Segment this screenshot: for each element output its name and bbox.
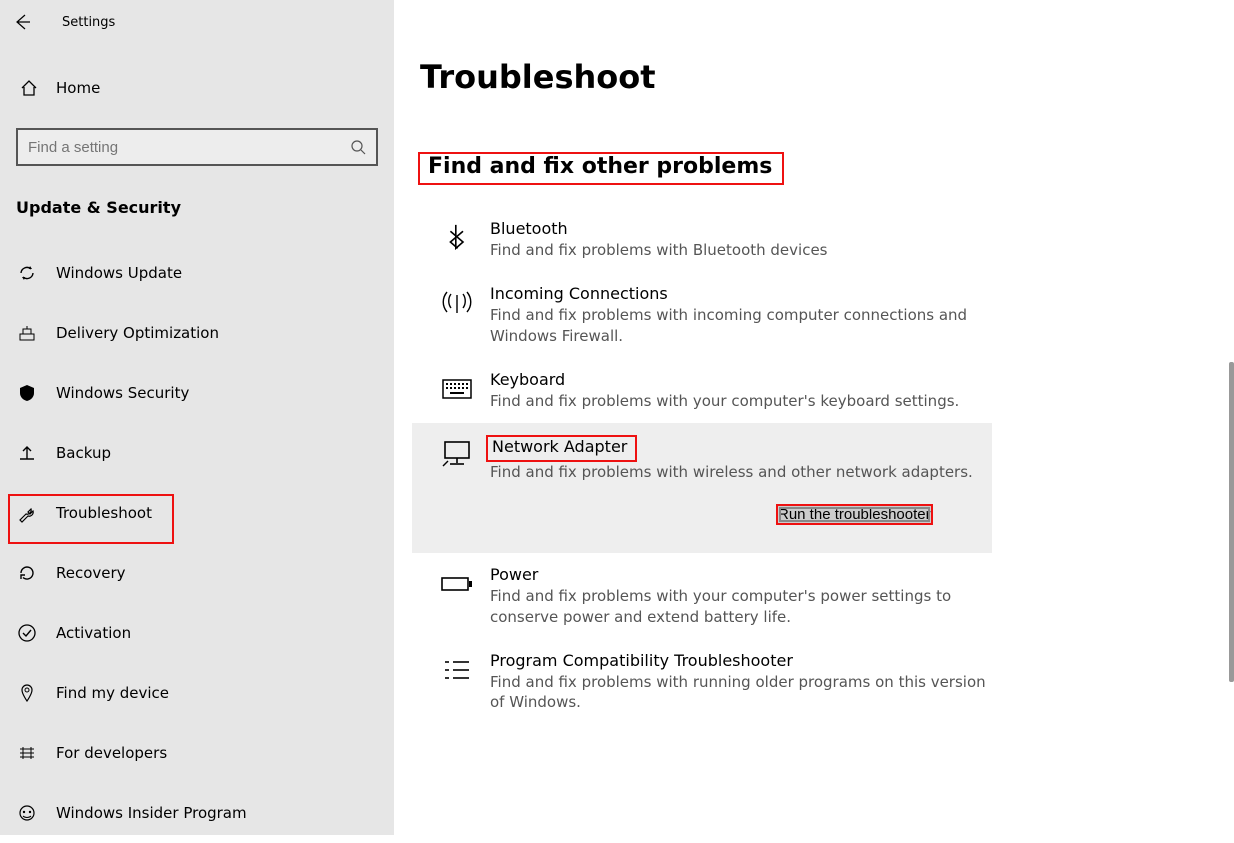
troubleshooter-power[interactable]: Power Find and fix problems with your co…	[412, 553, 992, 639]
troubleshooter-bluetooth[interactable]: Bluetooth Find and fix problems with Blu…	[412, 207, 992, 272]
nav-label: Delivery Optimization	[56, 324, 219, 342]
back-button[interactable]	[0, 0, 44, 44]
item-title: Network Adapter	[492, 437, 627, 456]
home-icon	[20, 79, 38, 97]
run-troubleshooter-button[interactable]: Run the troubleshooter	[776, 504, 933, 525]
backup-icon	[16, 442, 38, 464]
sync-icon	[16, 262, 38, 284]
nav-label: Activation	[56, 624, 131, 642]
annotation-box-network-adapter: Network Adapter	[486, 435, 637, 462]
location-icon	[16, 682, 38, 704]
sidebar: Settings Home Update & Security Windows …	[0, 0, 394, 835]
sidebar-item-activation[interactable]: Activation	[0, 603, 394, 663]
troubleshooter-list: Bluetooth Find and fix problems with Blu…	[394, 207, 1234, 724]
sidebar-item-backup[interactable]: Backup	[0, 423, 394, 483]
nav-label: Backup	[56, 444, 111, 462]
wrench-icon	[16, 502, 38, 524]
home-label: Home	[56, 79, 100, 97]
sidebar-item-windows-update[interactable]: Windows Update	[0, 243, 394, 303]
item-desc: Find and fix problems with incoming comp…	[490, 305, 990, 346]
sidebar-item-troubleshoot[interactable]: Troubleshoot	[0, 483, 394, 543]
nav-label: Recovery	[56, 564, 126, 582]
item-desc: Find and fix problems with your computer…	[490, 391, 959, 411]
nav-list: Windows Update Delivery Optimization Win…	[0, 243, 394, 843]
annotation-box-section-title: Find and fix other problems	[418, 152, 784, 185]
arrow-left-icon	[13, 13, 31, 31]
nav-label: Windows Insider Program	[56, 804, 247, 822]
section-title: Find and fix other problems	[428, 154, 772, 179]
check-circle-icon	[16, 622, 38, 644]
sidebar-item-find-my-device[interactable]: Find my device	[0, 663, 394, 723]
item-title: Power	[490, 565, 990, 584]
recovery-icon	[16, 562, 38, 584]
sidebar-item-delivery-optimization[interactable]: Delivery Optimization	[0, 303, 394, 363]
shield-icon	[16, 382, 38, 404]
battery-icon	[440, 567, 474, 601]
scrollbar-thumb[interactable]	[1229, 362, 1234, 682]
sidebar-item-windows-security[interactable]: Windows Security	[0, 363, 394, 423]
delivery-icon	[16, 322, 38, 344]
item-desc: Find and fix problems with your computer…	[490, 586, 990, 627]
antenna-icon	[440, 286, 474, 320]
search-box[interactable]	[16, 128, 378, 166]
search-input[interactable]	[28, 139, 350, 156]
nav-label: Windows Security	[56, 384, 189, 402]
app-title: Settings	[62, 15, 115, 30]
insider-icon	[16, 802, 38, 824]
troubleshooter-incoming-connections[interactable]: Incoming Connections Find and fix proble…	[412, 272, 992, 358]
item-title: Program Compatibility Troubleshooter	[490, 651, 990, 670]
page-title: Troubleshoot	[420, 58, 1234, 96]
bluetooth-icon	[440, 221, 474, 255]
developers-icon	[16, 742, 38, 764]
main-content: Troubleshoot Find and fix other problems…	[394, 0, 1234, 835]
titlebar: Settings	[0, 0, 394, 44]
list-icon	[440, 653, 474, 687]
sidebar-item-for-developers[interactable]: For developers	[0, 723, 394, 783]
item-desc: Find and fix problems with wireless and …	[490, 462, 973, 482]
monitor-network-icon	[440, 437, 474, 471]
category-label: Update & Security	[16, 198, 394, 217]
item-title: Bluetooth	[490, 219, 828, 238]
sidebar-home[interactable]: Home	[0, 66, 394, 110]
item-desc: Find and fix problems with Bluetooth dev…	[490, 240, 828, 260]
nav-label: For developers	[56, 744, 167, 762]
search-icon	[350, 139, 366, 155]
nav-label: Windows Update	[56, 264, 182, 282]
troubleshooter-program-compatibility[interactable]: Program Compatibility Troubleshooter Fin…	[412, 639, 992, 725]
troubleshooter-network-adapter[interactable]: Network Adapter Find and fix problems wi…	[412, 423, 992, 553]
sidebar-item-insider-program[interactable]: Windows Insider Program	[0, 783, 394, 843]
troubleshooter-keyboard[interactable]: Keyboard Find and fix problems with your…	[412, 358, 992, 423]
item-title: Incoming Connections	[490, 284, 990, 303]
nav-label: Find my device	[56, 684, 169, 702]
keyboard-icon	[440, 372, 474, 406]
item-title: Keyboard	[490, 370, 959, 389]
nav-label: Troubleshoot	[56, 504, 152, 522]
item-desc: Find and fix problems with running older…	[490, 672, 990, 713]
sidebar-item-recovery[interactable]: Recovery	[0, 543, 394, 603]
